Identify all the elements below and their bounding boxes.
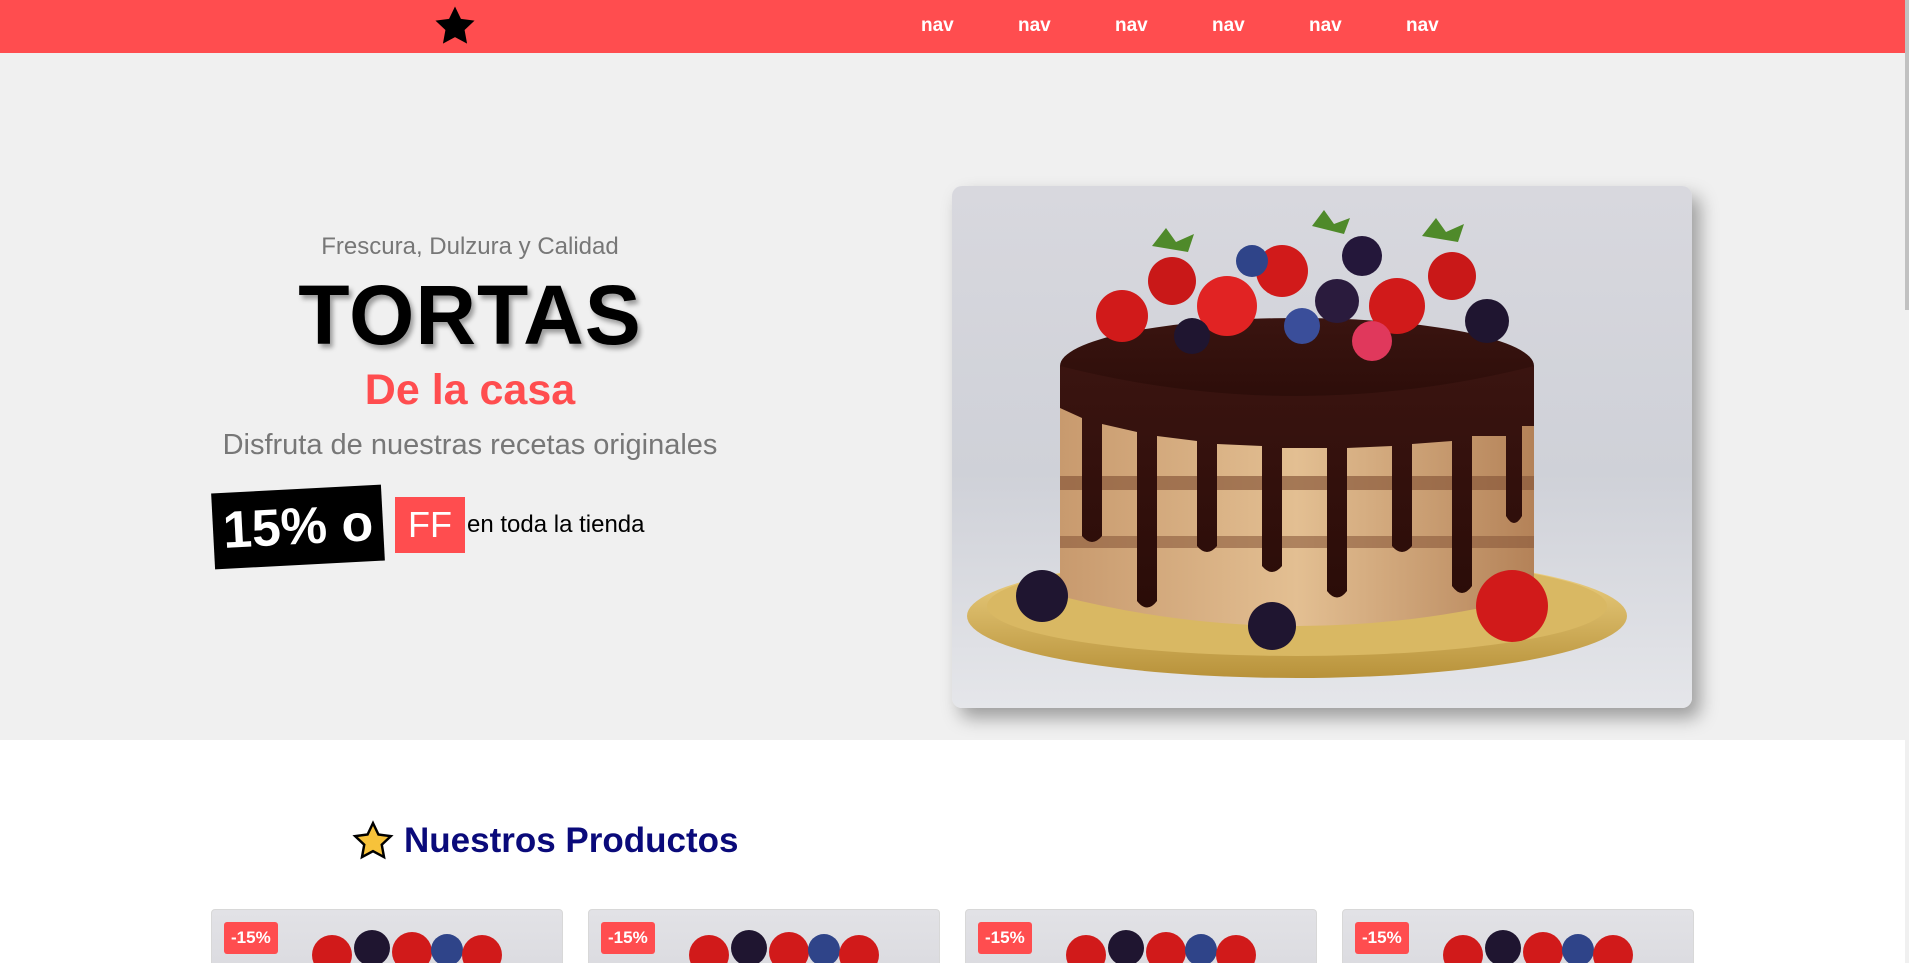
star-icon xyxy=(352,820,394,860)
hero-title: TORTAS xyxy=(298,268,642,362)
hero-subtitle: De la casa xyxy=(364,366,576,414)
products-heading: Nuestros Productos xyxy=(352,820,739,862)
nav-link-3[interactable]: nav xyxy=(1115,15,1148,37)
discount-badge: -15% xyxy=(978,922,1032,954)
product-card[interactable]: -15% xyxy=(211,909,563,963)
nav-link-6[interactable]: nav xyxy=(1406,15,1439,37)
scrollbar-track[interactable] xyxy=(1905,0,1909,963)
scrollbar-thumb[interactable] xyxy=(1905,0,1909,310)
nav-link-2[interactable]: nav xyxy=(1018,15,1051,37)
top-navbar: nav nav nav nav nav nav xyxy=(0,0,1905,53)
nav-link-4[interactable]: nav xyxy=(1212,15,1245,37)
nav-link-5[interactable]: nav xyxy=(1309,15,1342,37)
product-card[interactable]: -15% xyxy=(1342,909,1694,963)
discount-badge: -15% xyxy=(601,922,655,954)
product-card[interactable]: -15% xyxy=(965,909,1317,963)
promo-percent-badge: 15% o xyxy=(211,484,385,570)
products-title: Nuestros Productos xyxy=(404,821,739,860)
cake-illustration xyxy=(967,210,1627,678)
product-image xyxy=(1443,930,1633,963)
product-image xyxy=(312,930,502,963)
hero-section: Frescura, Dulzura y Calidad TORTAS De la… xyxy=(0,53,1905,740)
product-card[interactable]: -15% xyxy=(588,909,940,963)
nav-link-1[interactable]: nav xyxy=(921,15,954,37)
star-icon[interactable] xyxy=(432,3,478,49)
product-image xyxy=(689,930,879,963)
promo-ff-label: FF xyxy=(395,497,465,553)
hero-description: Disfruta de nuestras recetas originales xyxy=(222,429,718,461)
hero-cake-image xyxy=(952,186,1692,708)
product-image xyxy=(1066,930,1256,963)
promo-text: en toda la tienda xyxy=(467,511,645,538)
hero-tagline: Frescura, Dulzura y Calidad xyxy=(321,233,619,260)
discount-badge: -15% xyxy=(224,922,278,954)
discount-badge: -15% xyxy=(1355,922,1409,954)
